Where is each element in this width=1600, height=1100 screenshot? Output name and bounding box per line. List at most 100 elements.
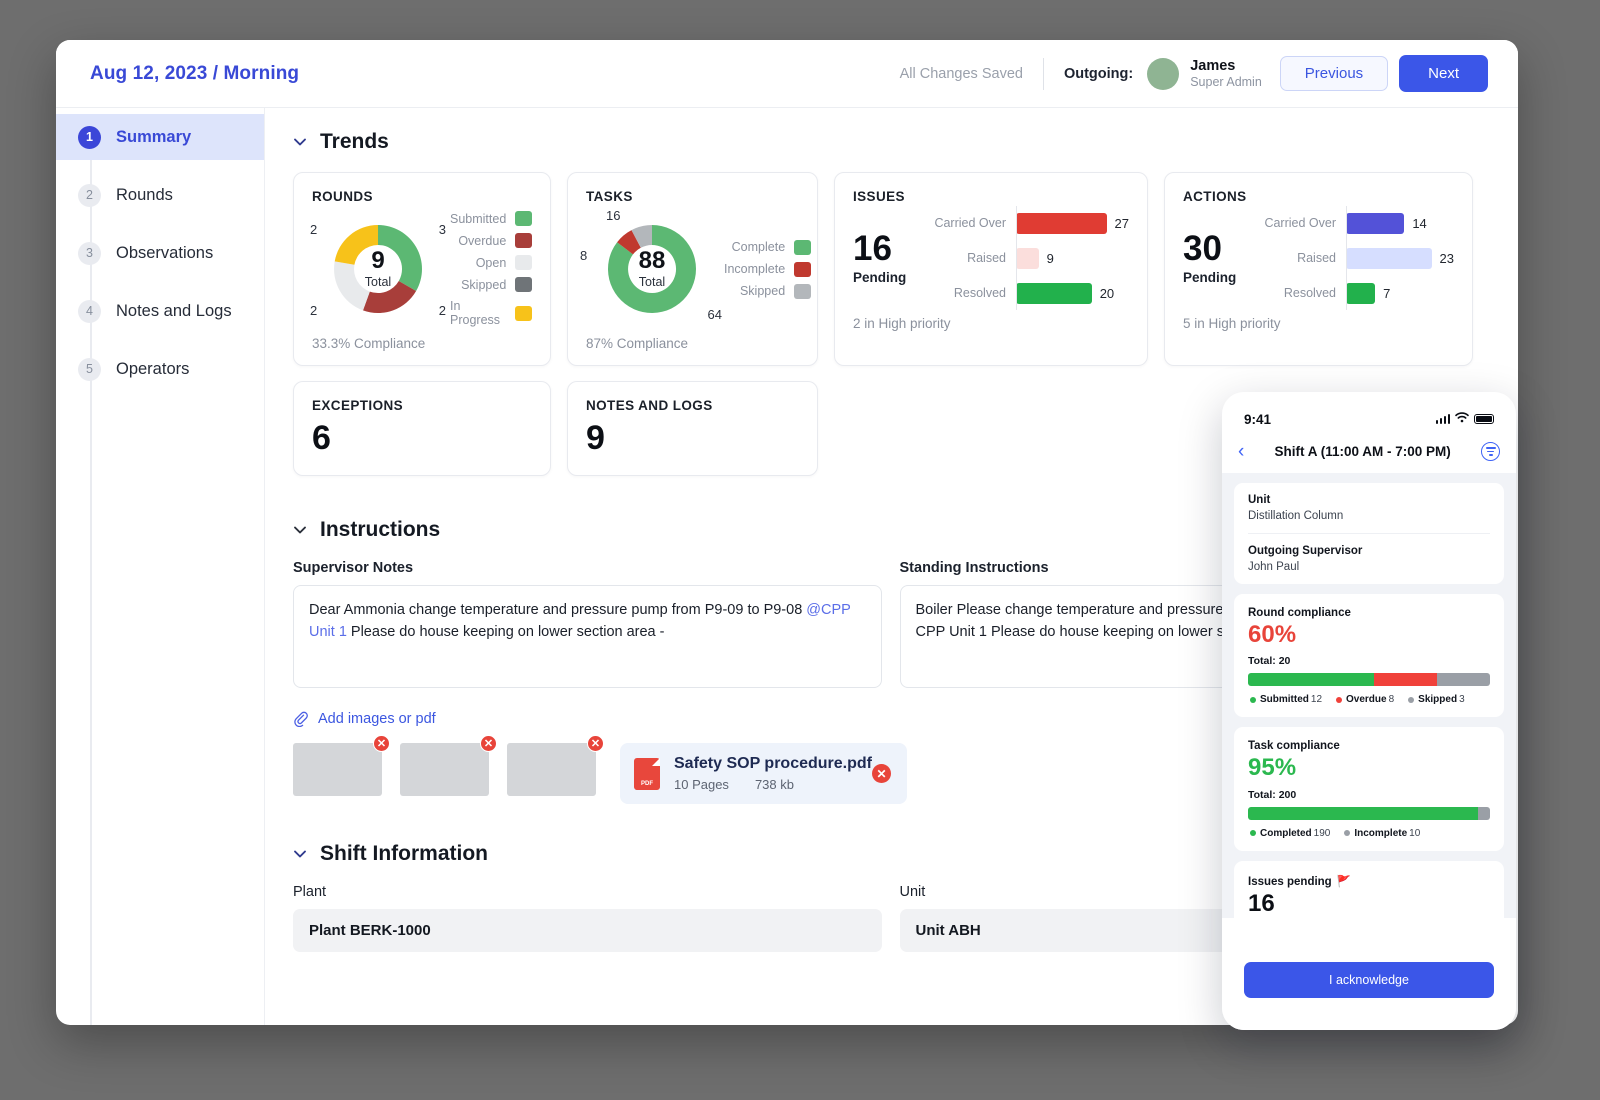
remove-pdf-icon[interactable]: ✕: [871, 764, 891, 783]
bar-track: 20: [1011, 282, 1129, 304]
supervisor-notes-input[interactable]: Dear Ammonia change temperature and pres…: [293, 585, 882, 688]
card-title: NOTES AND LOGS: [586, 398, 713, 413]
round-compliance-bar: [1248, 673, 1490, 687]
notes-and-logs-card: NOTES AND LOGS 9: [567, 381, 818, 476]
pdf-attachment-chip[interactable]: Safety SOP procedure.pdf 10 Pages738 kb …: [620, 743, 907, 804]
sidebar-item-rounds[interactable]: 2 Rounds: [56, 172, 264, 218]
bar-track: 14: [1341, 212, 1454, 234]
bar-value: 20: [1099, 285, 1115, 301]
sidebar-item-observations[interactable]: 3 Observations: [56, 230, 264, 276]
legend-swatch: [515, 211, 533, 226]
attachment-thumbnail[interactable]: ✕: [507, 735, 604, 796]
phone-status-icons: [1435, 410, 1494, 428]
pdf-file-meta: 10 Pages 738 kb: [674, 777, 872, 792]
task-compliance-bar: [1248, 806, 1490, 820]
user-info: James Super Admin: [1190, 57, 1262, 91]
bar-segment-incomplete: [1477, 806, 1490, 820]
bar-label: Resolved: [1283, 286, 1336, 300]
rounds-slice-label-in-progress: 2: [310, 222, 318, 237]
phone-field-unit: Unit Distillation Column: [1248, 483, 1490, 534]
divider: [1042, 57, 1044, 90]
next-button[interactable]: Next: [1399, 55, 1488, 92]
bar-segment-submitted: [1248, 673, 1374, 687]
thumbnail-image: [400, 743, 489, 796]
bar-label: Resolved: [953, 286, 1006, 300]
sidebar-item-operators[interactable]: 5 Operators: [56, 346, 264, 392]
supervisor-notes-col: Supervisor Notes Dear Ammonia change tem…: [293, 560, 882, 688]
plant-value[interactable]: Plant BERK-1000: [293, 909, 882, 952]
rounds-donut-svg: [334, 225, 422, 314]
issues-pending-value: 16: [853, 229, 892, 268]
bar-segment-completed: [1248, 806, 1478, 820]
legend-label: Incomplete: [724, 262, 786, 276]
legend-item: Open: [450, 255, 533, 270]
round-compliance-percent: 60%: [1248, 621, 1297, 648]
bar-row: Raised 23: [1255, 245, 1454, 271]
phone-field-outgoing-supervisor: Outgoing Supervisor John Paul: [1248, 534, 1490, 584]
bar-label: Raised: [1297, 251, 1336, 265]
legend-item: Skipped: [450, 277, 533, 292]
exceptions-card: EXCEPTIONS 6: [293, 381, 551, 476]
sidebar-item-notes-and-logs[interactable]: 4 Notes and Logs: [56, 288, 264, 334]
bar-track: 7: [1341, 282, 1454, 304]
field-value: John Paul: [1248, 561, 1300, 573]
supervisor-notes-line1: Dear Ammonia change temperature and pres…: [309, 602, 803, 618]
sidebar-item-label: Notes and Logs: [116, 301, 232, 320]
legend-value: 3: [1459, 694, 1465, 706]
actions-priority-note: 5 in High priority: [1183, 316, 1281, 331]
issues-bar-chart: Carried Over 27 Raised 9 Resolved 20: [925, 206, 1129, 310]
task-compliance-title: Task compliance: [1248, 740, 1340, 753]
sidebar-item-label: Rounds: [116, 185, 173, 204]
attachment-thumbnail[interactable]: ✕: [293, 735, 390, 796]
actions-bar-chart: Carried Over 14 Raised 23 Resolved 7: [1255, 206, 1454, 310]
rounds-donut-wrap: 9 Total 3 2 2 2 Submitted Overdue Open S…: [310, 210, 533, 328]
sidebar-item-summary[interactable]: 1 Summary: [56, 114, 264, 160]
actions-pending-label: Pending: [1183, 270, 1237, 285]
pdf-file-icon: [634, 757, 660, 790]
wifi-icon: [1455, 410, 1469, 428]
legend-label: In Progress: [450, 299, 501, 327]
plant-field: Plant Plant BERK-1000: [293, 884, 882, 952]
tasks-donut-chart: 88 Total 64 8 16: [580, 208, 722, 328]
tasks-slice-label-complete: 64: [707, 307, 722, 322]
tasks-card: TASKS 88 Total 64 8 16 Complete Incomple…: [567, 172, 818, 366]
phone-round-compliance-card: Round compliance 60% Total: 20 Submitted…: [1234, 594, 1504, 718]
save-status: All Changes Saved: [899, 65, 1023, 82]
section-title: Shift Information: [320, 842, 488, 865]
filter-menu-icon[interactable]: [1481, 442, 1500, 461]
remove-attachment-icon[interactable]: ✕: [480, 735, 497, 752]
legend-item: Overdue: [450, 233, 533, 248]
bar-row: Resolved 20: [925, 280, 1129, 306]
rounds-donut-chart: 9 Total 3 2 2 2: [310, 210, 446, 328]
bar-fill: [1016, 247, 1039, 269]
supervisor-notes-label: Supervisor Notes: [293, 560, 414, 576]
phone-nav-bar: ‹ Shift A (11:00 AM - 7:00 PM): [1222, 432, 1516, 473]
actions-pending-value: 30: [1183, 229, 1222, 268]
avatar: [1147, 57, 1180, 90]
rounds-slice-label-overdue: 2: [438, 303, 446, 318]
field-value: Distillation Column: [1248, 510, 1344, 522]
bar-fill: [1346, 212, 1405, 234]
tasks-compliance: 87% Compliance: [586, 336, 689, 351]
remove-attachment-icon[interactable]: ✕: [373, 735, 390, 752]
legend-dot: [1250, 696, 1256, 703]
pdf-size: 738 kb: [754, 777, 794, 792]
pdf-pages: 10 Pages: [674, 777, 729, 792]
attachment-thumbnail[interactable]: ✕: [400, 735, 497, 796]
chevron-down-icon: [293, 135, 307, 149]
legend-item: Overdue 8: [1334, 694, 1394, 705]
previous-button[interactable]: Previous: [1279, 56, 1389, 91]
acknowledge-button[interactable]: I acknowledge: [1244, 962, 1494, 998]
paperclip-icon: [293, 711, 309, 728]
battery-icon: [1474, 414, 1494, 424]
legend-label: Completed: [1260, 827, 1312, 839]
tasks-slice-label-incomplete: 8: [580, 248, 588, 263]
actions-pending-stat: 30 Pending: [1183, 231, 1255, 285]
bar-label: Raised: [967, 251, 1006, 265]
task-compliance-legend: Completed 190 Incomplete 10: [1248, 828, 1490, 839]
trend-cards-row: ROUNDS 9 Total 3 2 2 2 Submitted Overdue…: [293, 172, 1488, 366]
plant-label: Plant: [293, 884, 327, 900]
trends-section-header[interactable]: Trends: [293, 130, 1488, 154]
bar-segment-skipped: [1436, 673, 1490, 687]
remove-attachment-icon[interactable]: ✕: [587, 735, 604, 752]
